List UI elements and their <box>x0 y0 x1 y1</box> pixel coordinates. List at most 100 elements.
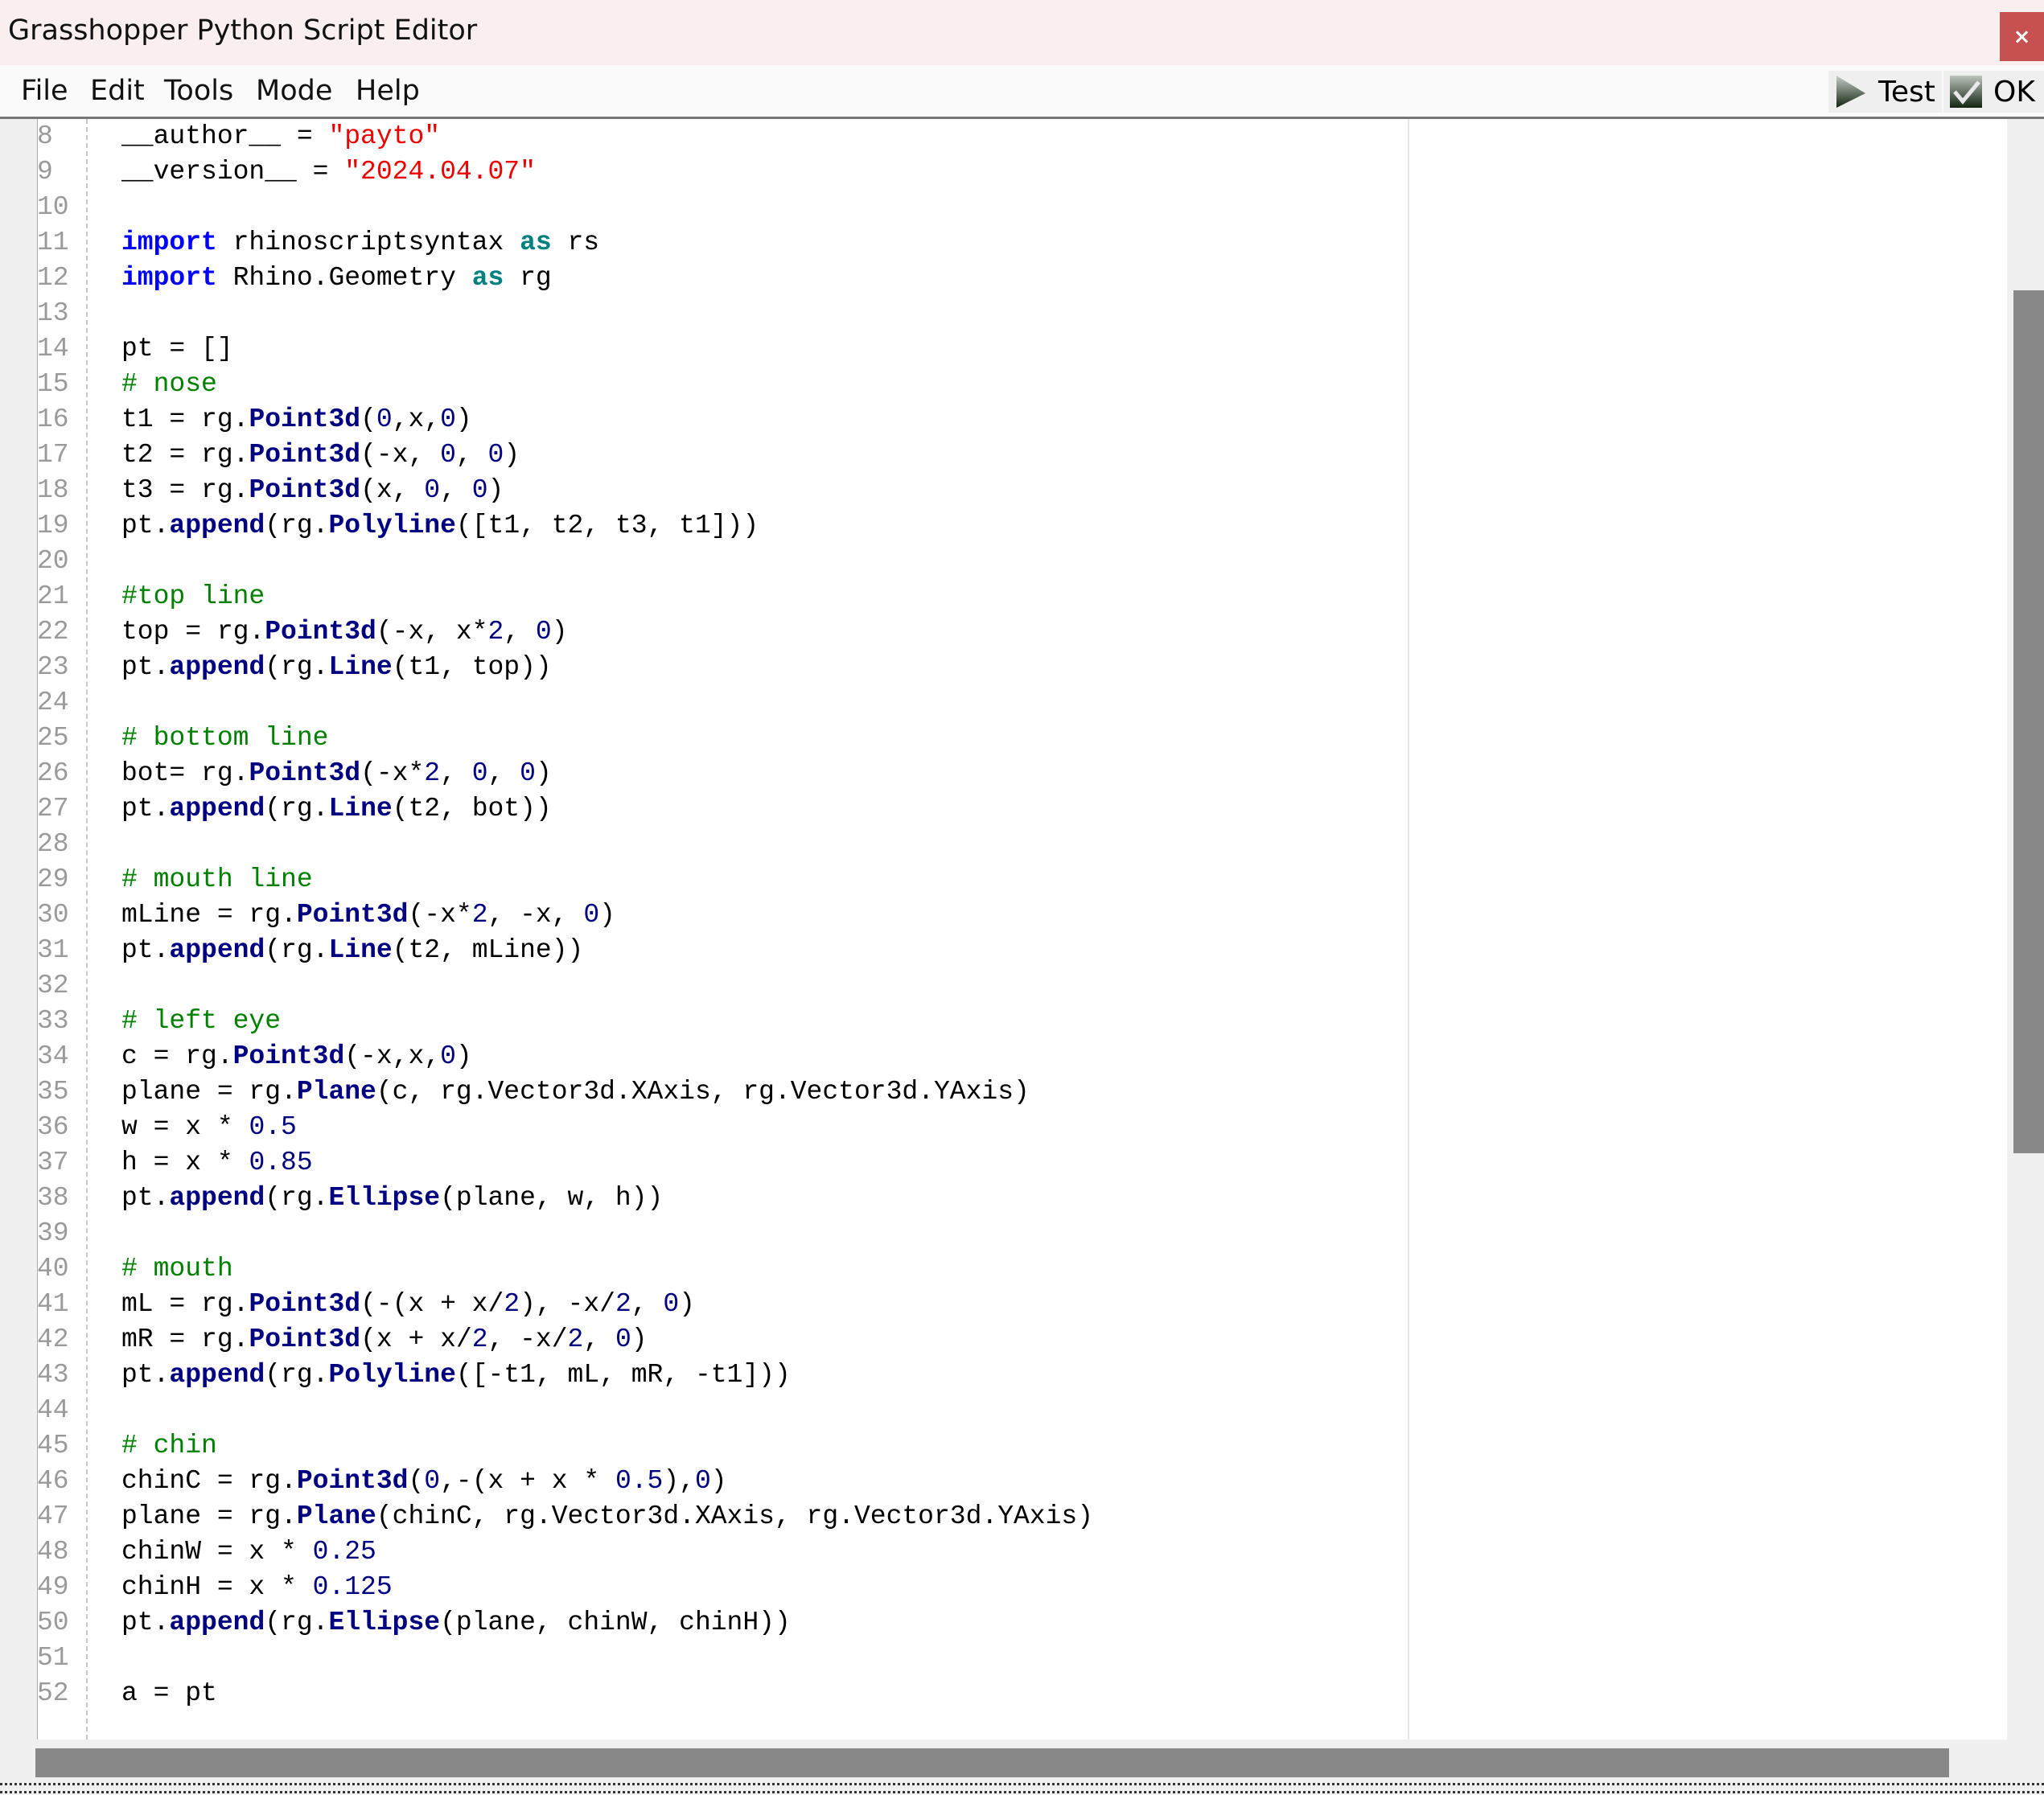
code-text[interactable]: plane = rg.Plane(chinC, rg.Vector3d.XAxi… <box>121 1499 1093 1534</box>
line-number: 18 <box>37 475 69 505</box>
line-number: 14 <box>37 334 69 364</box>
comment-token: # left eye <box>121 1006 282 1036</box>
code-text[interactable]: # bottom line <box>121 721 328 756</box>
code-text[interactable]: pt = [] <box>121 331 233 367</box>
title-bar: Grasshopper Python Script Editor × <box>0 0 2044 65</box>
test-button[interactable]: Test <box>1828 71 1942 113</box>
number-token: 0 <box>663 1289 680 1319</box>
code-text[interactable]: top = rg.Point3d(-x, x*2, 0) <box>121 614 568 650</box>
test-label: Test <box>1878 75 1935 109</box>
code-text[interactable]: # chin <box>121 1428 217 1464</box>
number-token: 0 <box>615 1325 631 1354</box>
line-number: 36 <box>37 1112 69 1142</box>
code-text[interactable]: a = pt <box>121 1676 217 1711</box>
code-text[interactable]: pt.append(rg.Line(t1, top)) <box>121 650 552 685</box>
line-number: 15 <box>37 369 69 399</box>
code-text[interactable]: pt.append(rg.Polyline([t1, t2, t3, t1])) <box>121 508 759 544</box>
comment-token: # bottom line <box>121 723 329 753</box>
vertical-scrollbar[interactable] <box>2007 119 2044 1740</box>
code-text[interactable]: mLine = rg.Point3d(-x*2, -x, 0) <box>121 898 615 933</box>
line-number: 20 <box>37 546 69 576</box>
code-text[interactable]: c = rg.Point3d(-x,x,0) <box>121 1039 472 1074</box>
number-token: 0 <box>694 1466 711 1496</box>
code-text[interactable]: pt.append(rg.Polyline([-t1, mL, mR, -t1]… <box>121 1358 791 1393</box>
code-text[interactable]: chinH = x * 0.125 <box>121 1570 393 1605</box>
number-token: 0 <box>520 758 536 788</box>
code-text[interactable]: __author__ = "payto" <box>121 119 440 154</box>
code-text[interactable]: __version__ = "2024.04.07" <box>121 154 536 190</box>
code-text[interactable]: #top line <box>121 579 265 614</box>
method-token: Point3d <box>232 1041 345 1071</box>
ok-button[interactable]: OK <box>1943 71 2044 113</box>
code-text[interactable]: # left eye <box>121 1004 281 1039</box>
number-token: 0 <box>440 1041 456 1071</box>
code-text[interactable]: t1 = rg.Point3d(0,x,0) <box>121 402 472 437</box>
method-token: append <box>169 652 265 682</box>
method-token: Point3d <box>265 617 376 647</box>
code-editor[interactable]: 8 __author__ = "payto" 9 __version__ = "202… <box>0 119 2007 1740</box>
code-text[interactable]: # mouth line <box>121 862 313 898</box>
method-token: Point3d <box>296 1466 409 1496</box>
number-token: 2 <box>471 1325 488 1354</box>
comment-token: # chin <box>121 1431 217 1460</box>
code-text[interactable]: # mouth <box>121 1251 233 1287</box>
code-text[interactable]: w = x * 0.5 <box>121 1110 297 1145</box>
horizontal-scrollbar-thumb[interactable] <box>35 1748 1949 1777</box>
menu-help[interactable]: Help <box>356 75 420 107</box>
line-number: 29 <box>37 865 69 894</box>
number-token: 2 <box>487 617 504 647</box>
ok-label: OK <box>1993 75 2035 109</box>
number-token: 0 <box>535 617 552 647</box>
line-number: 25 <box>37 723 69 753</box>
vertical-scrollbar-thumb[interactable] <box>2013 290 2044 1153</box>
code-text[interactable]: pt.append(rg.Ellipse(plane, w, h)) <box>121 1181 663 1216</box>
line-number: 9 <box>37 157 53 187</box>
line-number: 44 <box>37 1395 69 1425</box>
code-text[interactable]: h = x * 0.85 <box>121 1145 313 1181</box>
code-text[interactable]: bot= rg.Point3d(-x*2, 0, 0) <box>121 756 552 791</box>
code-text[interactable]: pt.append(rg.Line(t2, mLine)) <box>121 933 583 968</box>
number-token: 0.5 <box>615 1466 664 1496</box>
number-token: 0 <box>424 1466 441 1496</box>
code-text[interactable]: mR = rg.Point3d(x + x/2, -x/2, 0) <box>121 1322 648 1358</box>
line-number: 27 <box>37 794 69 824</box>
code-text[interactable]: t3 = rg.Point3d(x, 0, 0) <box>121 473 504 508</box>
comment-token: #top line <box>121 581 265 611</box>
line-number: 45 <box>37 1431 69 1460</box>
horizontal-scrollbar[interactable] <box>0 1740 2044 1781</box>
method-token: Point3d <box>249 405 361 434</box>
code-text[interactable]: # nose <box>121 367 217 402</box>
method-token: Point3d <box>296 900 409 930</box>
method-token: append <box>169 935 265 965</box>
menu-edit[interactable]: Edit <box>90 75 145 107</box>
line-number: 47 <box>37 1501 69 1531</box>
line-number: 17 <box>37 440 69 470</box>
number-token: 2 <box>424 758 441 788</box>
menu-mode[interactable]: Mode <box>256 75 332 107</box>
checkmark-icon <box>1950 76 1982 108</box>
line-number: 22 <box>37 617 69 647</box>
code-text[interactable]: pt.append(rg.Ellipse(plane, chinW, chinH… <box>121 1605 791 1641</box>
line-number: 39 <box>37 1218 69 1248</box>
code-text[interactable]: import Rhino.Geometry as rg <box>121 261 552 296</box>
code-text[interactable]: import rhinoscriptsyntax as rs <box>121 225 599 261</box>
close-icon: × <box>2013 24 2031 49</box>
menu-tools[interactable]: Tools <box>164 75 233 107</box>
line-number: 34 <box>37 1041 69 1071</box>
line-number: 49 <box>37 1572 69 1602</box>
line-number: 28 <box>37 829 69 859</box>
code-text[interactable]: t2 = rg.Point3d(-x, 0, 0) <box>121 437 520 473</box>
code-text[interactable]: mL = rg.Point3d(-(x + x/2), -x/2, 0) <box>121 1287 695 1322</box>
code-text[interactable]: chinC = rg.Point3d(0,-(x + x * 0.5),0) <box>121 1464 727 1499</box>
code-text[interactable]: chinW = x * 0.25 <box>121 1534 376 1570</box>
code-text[interactable]: plane = rg.Plane(c, rg.Vector3d.XAxis, r… <box>121 1074 1030 1110</box>
close-button[interactable]: × <box>2000 12 2044 61</box>
line-number: 10 <box>37 192 69 222</box>
code-text[interactable]: pt.append(rg.Line(t2, bot)) <box>121 791 552 827</box>
line-number: 37 <box>37 1148 69 1177</box>
line-number: 13 <box>37 298 69 328</box>
line-number: 30 <box>37 900 69 930</box>
method-token: Point3d <box>249 758 361 788</box>
number-token: 0 <box>440 405 456 434</box>
menu-file[interactable]: File <box>21 75 68 107</box>
